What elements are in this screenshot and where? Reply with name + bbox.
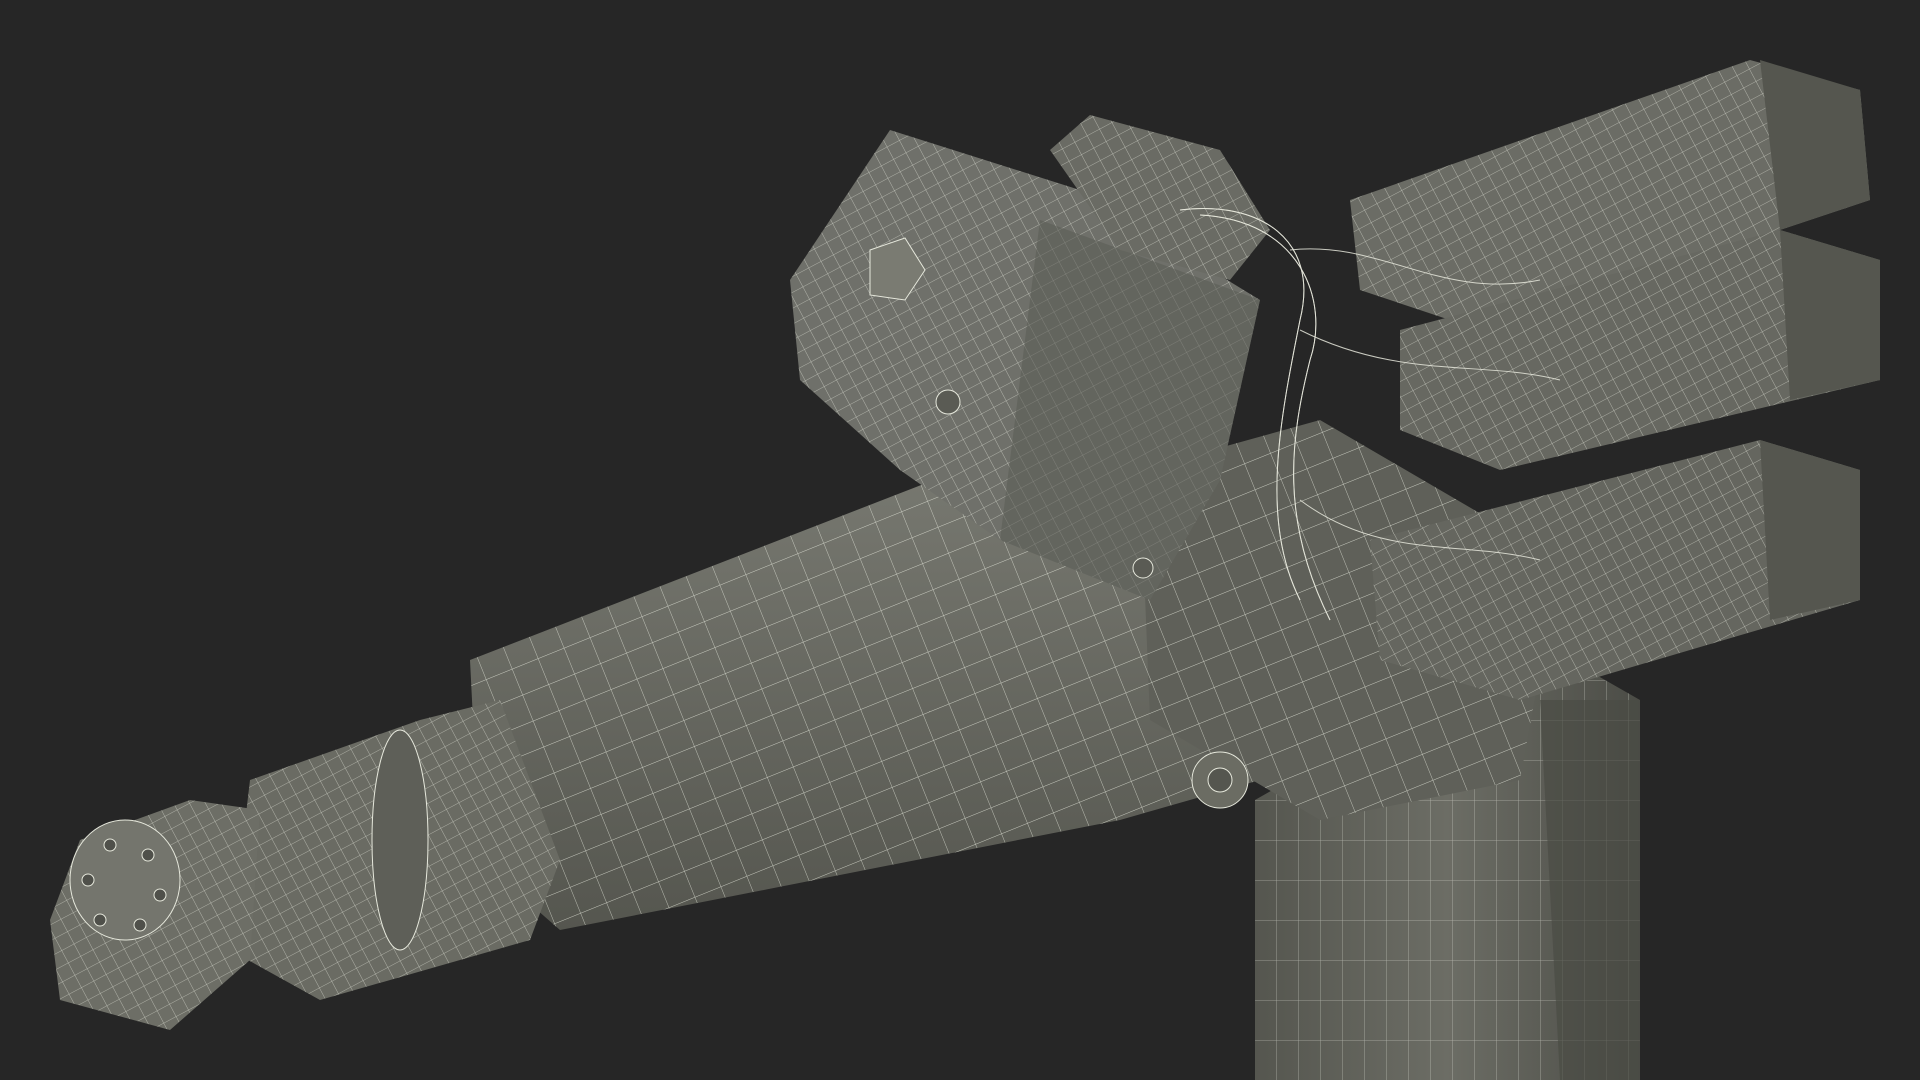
wrist-segment [230, 700, 560, 1000]
drive-motors [1350, 60, 1880, 700]
render-viewport [0, 0, 1920, 1080]
tool-flange [50, 800, 260, 1030]
robot-arm-render [50, 60, 1880, 1080]
